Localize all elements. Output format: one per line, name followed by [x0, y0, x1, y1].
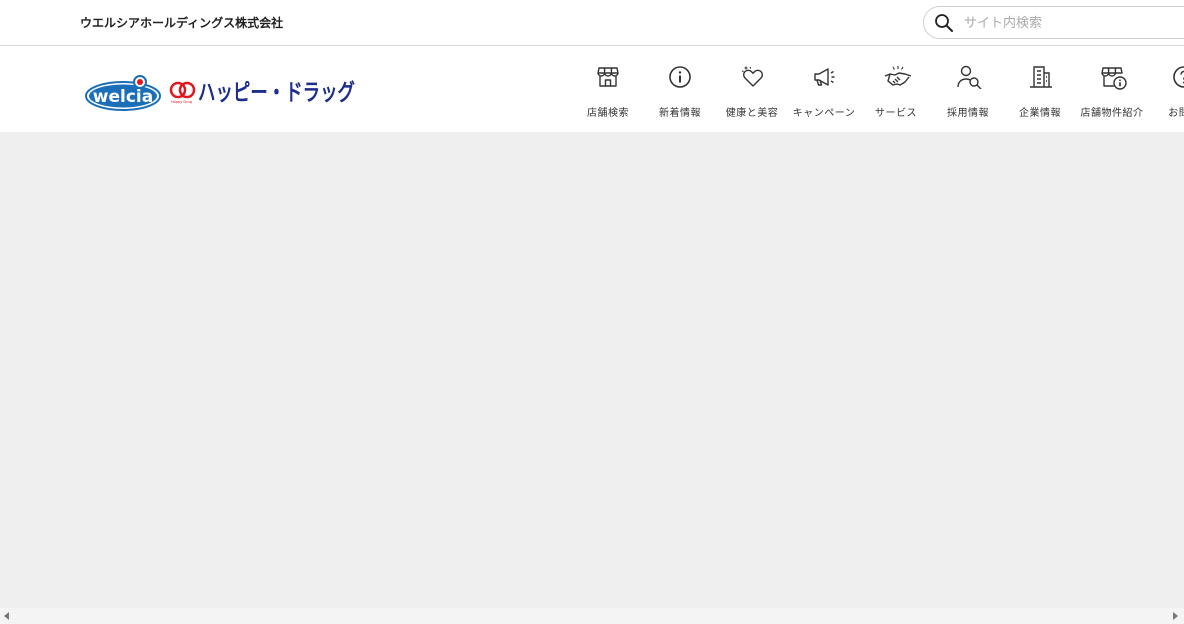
store-icon — [597, 67, 619, 87]
nav-label: 新着情報 — [659, 108, 701, 119]
main-content-area — [0, 132, 1184, 608]
building-icon — [1030, 66, 1052, 88]
question-icon — [1173, 66, 1184, 88]
nav-label: 採用情報 — [947, 108, 989, 119]
welcia-logo[interactable]: welcia — [85, 75, 161, 111]
svg-text:ハッピー・ドラッグ: ハッピー・ドラッグ — [198, 79, 355, 106]
top-bar: ウエルシアホールディングス株式会社 — [0, 0, 1184, 46]
nav-campaign[interactable]: キャンペーン — [788, 47, 860, 132]
megaphone-icon — [814, 68, 835, 86]
nav-service[interactable]: サービス — [860, 47, 932, 132]
nav-property[interactable]: 店舗物件紹介 — [1076, 47, 1148, 132]
nav-label: お問い — [1168, 108, 1184, 119]
nav-health-beauty[interactable]: 健康と美容 — [716, 47, 788, 132]
nav-label: 企業情報 — [1019, 108, 1061, 119]
heart-sparkle-icon — [741, 66, 764, 87]
search-icon[interactable] — [934, 13, 954, 33]
site-header: welcia Happy Drug ハッピー・ドラッグ 店舗検索 新着情報 — [0, 47, 1184, 132]
person-search-icon — [957, 65, 982, 89]
nav-recruit[interactable]: 採用情報 — [932, 47, 1004, 132]
nav-label: 店舗検索 — [587, 108, 629, 119]
nav-label: 店舗物件紹介 — [1080, 108, 1144, 119]
corporate-name-link[interactable]: ウエルシアホールディングス株式会社 — [80, 14, 283, 31]
search-input[interactable] — [964, 12, 1184, 34]
scroll-left-arrow-icon[interactable] — [4, 612, 9, 620]
svg-text:welcia: welcia — [93, 87, 153, 107]
nav-store-search[interactable]: 店舗検索 — [572, 47, 644, 132]
horizontal-scrollbar[interactable] — [0, 608, 1184, 624]
nav-company[interactable]: 企業情報 — [1004, 47, 1076, 132]
store-info-icon — [1101, 67, 1127, 90]
main-navigation: 店舗検索 新着情報 健康と美容 キャンペーン サービス 採用情報 企業情報 店舗… — [572, 47, 1184, 132]
nav-label: 健康と美容 — [725, 108, 779, 119]
site-search-box[interactable] — [923, 6, 1184, 39]
nav-label: サービス — [875, 108, 917, 119]
info-icon — [669, 66, 691, 88]
nav-label: キャンペーン — [792, 108, 856, 119]
svg-text:Happy Drug: Happy Drug — [171, 100, 192, 104]
nav-news[interactable]: 新着情報 — [644, 47, 716, 132]
scroll-right-arrow-icon[interactable] — [1173, 612, 1178, 620]
happy-drug-logo[interactable]: Happy Drug ハッピー・ドラッグ — [168, 75, 358, 111]
nav-contact[interactable]: お問い — [1148, 47, 1184, 132]
handshake-icon — [884, 66, 912, 86]
